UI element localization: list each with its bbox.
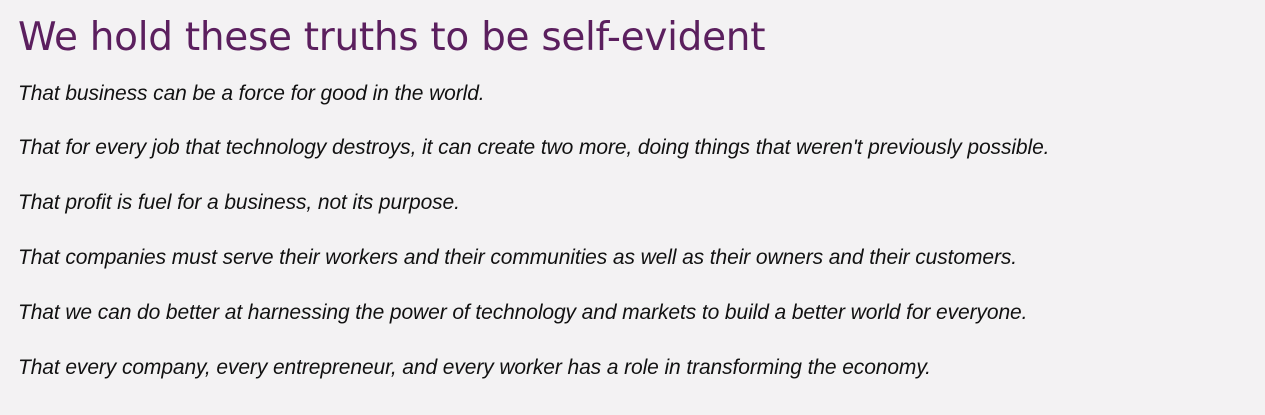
truth-statement-3: That profit is fuel for a business, not …: [18, 191, 460, 214]
truth-statement-1: That business can be a force for good in…: [18, 82, 485, 105]
document-page: We hold these truths to be self-evident …: [0, 0, 1265, 415]
truth-statement-2: That for every job that technology destr…: [18, 136, 1050, 159]
truth-statement-5: That we can do better at harnessing the …: [18, 301, 1028, 324]
truth-statement-6: That every company, every entrepreneur, …: [18, 356, 931, 379]
truth-statement-4: That companies must serve their workers …: [18, 246, 1017, 269]
truths-list: That business can be a force for good in…: [18, 68, 1265, 395]
page-title: We hold these truths to be self-evident: [18, 15, 766, 60]
